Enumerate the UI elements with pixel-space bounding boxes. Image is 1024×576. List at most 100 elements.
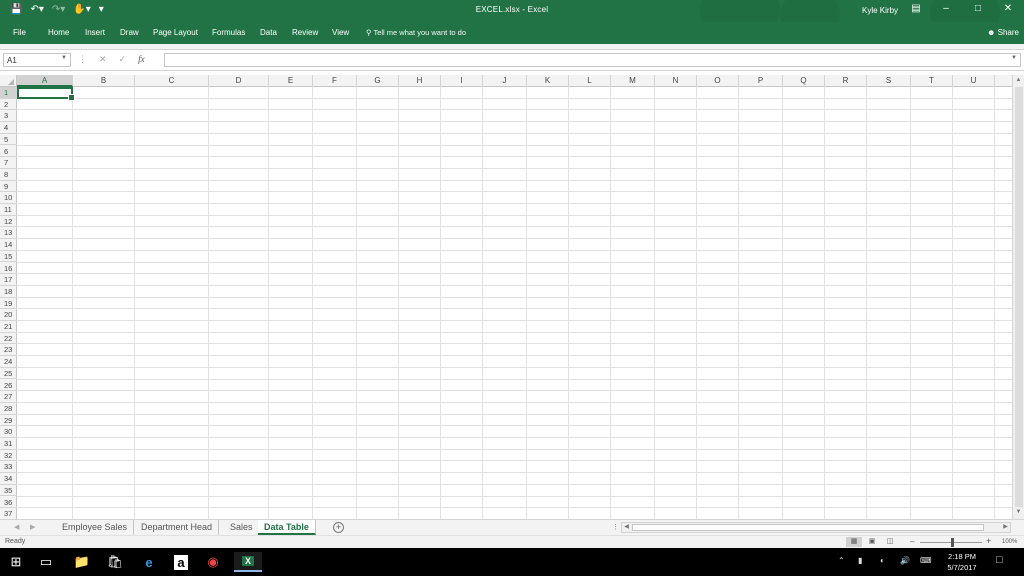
- row-header-1[interactable]: 1: [0, 87, 17, 99]
- scroll-up-icon[interactable]: ▲: [1013, 75, 1024, 86]
- worksheet-grid[interactable]: [17, 87, 1012, 519]
- horizontal-scroll-thumb[interactable]: [632, 524, 984, 531]
- row-header-27[interactable]: 27: [0, 391, 17, 403]
- row-header-14[interactable]: 14: [0, 239, 17, 251]
- tab-formulas[interactable]: Formulas: [212, 28, 245, 37]
- row-header-2[interactable]: 2: [0, 99, 17, 111]
- row-header-21[interactable]: 21: [0, 321, 17, 333]
- sheet-tab-sales[interactable]: Sales: [224, 520, 260, 535]
- row-header-32[interactable]: 32: [0, 450, 17, 462]
- tab-review[interactable]: Review: [292, 28, 318, 37]
- chrome-icon[interactable]: ◉: [199, 552, 227, 572]
- column-header-q[interactable]: Q: [783, 75, 825, 87]
- row-header-35[interactable]: 35: [0, 485, 17, 497]
- row-header-26[interactable]: 26: [0, 380, 17, 392]
- row-header-23[interactable]: 23: [0, 344, 17, 357]
- sheet-tab-data-table[interactable]: Data Table: [258, 520, 316, 535]
- column-header-j[interactable]: J: [483, 75, 527, 87]
- column-header-p[interactable]: P: [739, 75, 783, 87]
- ribbon-display-options-icon[interactable]: ▤: [906, 3, 926, 14]
- formula-input[interactable]: ▼: [164, 53, 1021, 67]
- select-all-button[interactable]: [0, 75, 17, 87]
- battery-icon[interactable]: ▮: [858, 556, 862, 565]
- column-header-l[interactable]: L: [569, 75, 611, 87]
- zoom-slider-thumb[interactable]: [951, 538, 954, 547]
- column-header-r[interactable]: R: [825, 75, 867, 87]
- sheet-tab-department-head[interactable]: Department Head: [135, 520, 220, 535]
- row-header-25[interactable]: 25: [0, 368, 17, 380]
- column-header-i[interactable]: I: [441, 75, 483, 87]
- system-clock[interactable]: 2:18 PM 5/7/2017: [942, 551, 982, 573]
- sheet-prev-icon[interactable]: ◀: [14, 523, 19, 531]
- row-header-20[interactable]: 20: [0, 309, 17, 321]
- row-header-22[interactable]: 22: [0, 333, 17, 345]
- tab-home[interactable]: Home: [48, 28, 69, 37]
- tab-view[interactable]: View: [332, 28, 349, 37]
- row-header-24[interactable]: 24: [0, 356, 17, 368]
- row-header-8[interactable]: 8: [0, 169, 17, 181]
- share-button[interactable]: ☻ Share: [987, 28, 1019, 37]
- active-cell[interactable]: [17, 87, 75, 101]
- tell-me-search[interactable]: ⚲ Tell me what you want to do: [366, 28, 466, 37]
- edge-icon[interactable]: e: [135, 552, 163, 572]
- row-header-5[interactable]: 5: [0, 134, 17, 146]
- wifi-icon[interactable]: ◐: [880, 556, 885, 565]
- zoom-out-icon[interactable]: –: [910, 537, 914, 546]
- column-header-t[interactable]: T: [911, 75, 953, 87]
- new-sheet-icon[interactable]: +: [333, 522, 344, 533]
- normal-view-icon[interactable]: ▦: [846, 537, 862, 547]
- column-header-a[interactable]: A: [17, 75, 73, 87]
- column-header-k[interactable]: K: [527, 75, 569, 87]
- user-name[interactable]: Kyle Kirby: [862, 6, 898, 15]
- zoom-in-icon[interactable]: +: [986, 536, 991, 546]
- show-hidden-icons-icon[interactable]: ⌃: [838, 556, 845, 565]
- task-view-icon[interactable]: ▭: [32, 552, 60, 572]
- chevron-down-icon[interactable]: ▼: [61, 55, 67, 61]
- row-header-30[interactable]: 30: [0, 426, 17, 438]
- row-header-15[interactable]: 15: [0, 251, 17, 263]
- row-header-33[interactable]: 33: [0, 461, 17, 474]
- column-header-d[interactable]: D: [209, 75, 269, 87]
- row-header-31[interactable]: 31: [0, 438, 17, 450]
- cancel-icon[interactable]: ✕: [99, 54, 107, 65]
- row-header-4[interactable]: 4: [0, 122, 17, 134]
- page-layout-view-icon[interactable]: ▣: [864, 537, 880, 547]
- scroll-left-icon[interactable]: ◀: [622, 523, 631, 532]
- tab-draw[interactable]: Draw: [120, 28, 139, 37]
- sheet-tab-employee-sales[interactable]: Employee Sales: [56, 520, 135, 535]
- column-header-n[interactable]: N: [655, 75, 697, 87]
- scroll-right-icon[interactable]: ▶: [1001, 523, 1010, 532]
- column-header-f[interactable]: F: [313, 75, 357, 87]
- row-header-10[interactable]: 10: [0, 192, 17, 204]
- excel-taskbar-icon[interactable]: X: [234, 552, 262, 572]
- enter-icon[interactable]: ✓: [119, 54, 127, 65]
- scroll-down-icon[interactable]: ▼: [1013, 507, 1024, 518]
- restore-icon[interactable]: □: [968, 3, 988, 14]
- file-explorer-icon[interactable]: 📁: [68, 552, 96, 572]
- name-box[interactable]: A1 ▼: [3, 53, 71, 67]
- sheet-next-icon[interactable]: ▶: [30, 523, 35, 531]
- close-icon[interactable]: ✕: [998, 3, 1018, 14]
- keyboard-icon[interactable]: ⌨: [920, 556, 932, 565]
- column-header-g[interactable]: G: [357, 75, 399, 87]
- minimize-icon[interactable]: –: [936, 3, 956, 14]
- row-header-18[interactable]: 18: [0, 286, 17, 298]
- amazon-icon[interactable]: a: [167, 552, 195, 572]
- row-header-7[interactable]: 7: [0, 157, 17, 169]
- vertical-scrollbar[interactable]: ▲ ▼: [1012, 75, 1024, 519]
- column-header-h[interactable]: H: [399, 75, 441, 87]
- column-header-o[interactable]: O: [697, 75, 739, 87]
- row-header-16[interactable]: 16: [0, 263, 17, 275]
- row-header-28[interactable]: 28: [0, 403, 17, 415]
- row-header-29[interactable]: 29: [0, 415, 17, 427]
- row-header-13[interactable]: 13: [0, 227, 17, 240]
- column-header-u[interactable]: U: [953, 75, 995, 87]
- column-header-m[interactable]: M: [611, 75, 655, 87]
- row-header-9[interactable]: 9: [0, 181, 17, 193]
- row-header-11[interactable]: 11: [0, 204, 17, 216]
- column-header-e[interactable]: E: [269, 75, 313, 87]
- tab-file[interactable]: File: [13, 28, 26, 37]
- insert-function-icon[interactable]: fx: [138, 54, 145, 65]
- row-header-12[interactable]: 12: [0, 216, 17, 228]
- volume-icon[interactable]: 🔊: [900, 556, 910, 565]
